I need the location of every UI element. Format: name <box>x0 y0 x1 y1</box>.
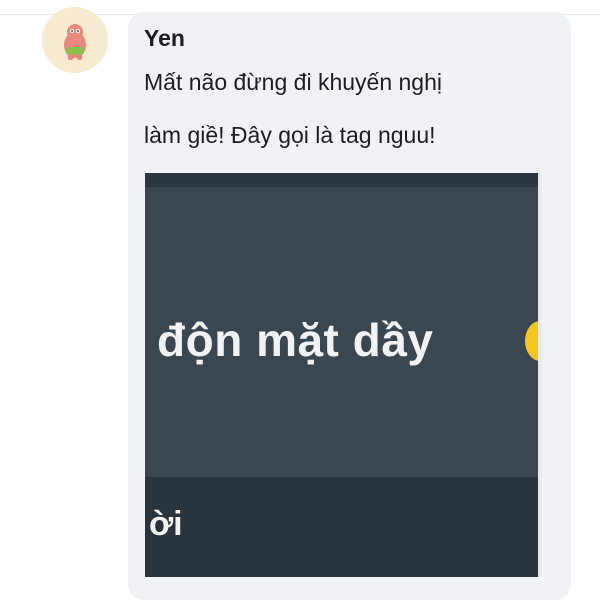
comment-text-line: Mất não đừng đi khuyến nghị <box>144 69 442 95</box>
image-lower-text: ời <box>149 505 183 543</box>
comment-author[interactable]: Yen <box>144 24 185 52</box>
image-lower-panel: ời <box>145 477 542 577</box>
image-right-edge <box>538 173 542 577</box>
comment-text-line: làm giề! Đây gọi là tag nguu! <box>144 122 436 148</box>
avatar[interactable] <box>42 7 108 73</box>
image-caption-text: độn mặt dầy <box>157 314 434 366</box>
patrick-star-avatar-icon <box>42 7 108 73</box>
comment-attached-image[interactable]: độn mặt dầy ời <box>145 173 542 577</box>
image-top-bar <box>145 173 542 187</box>
